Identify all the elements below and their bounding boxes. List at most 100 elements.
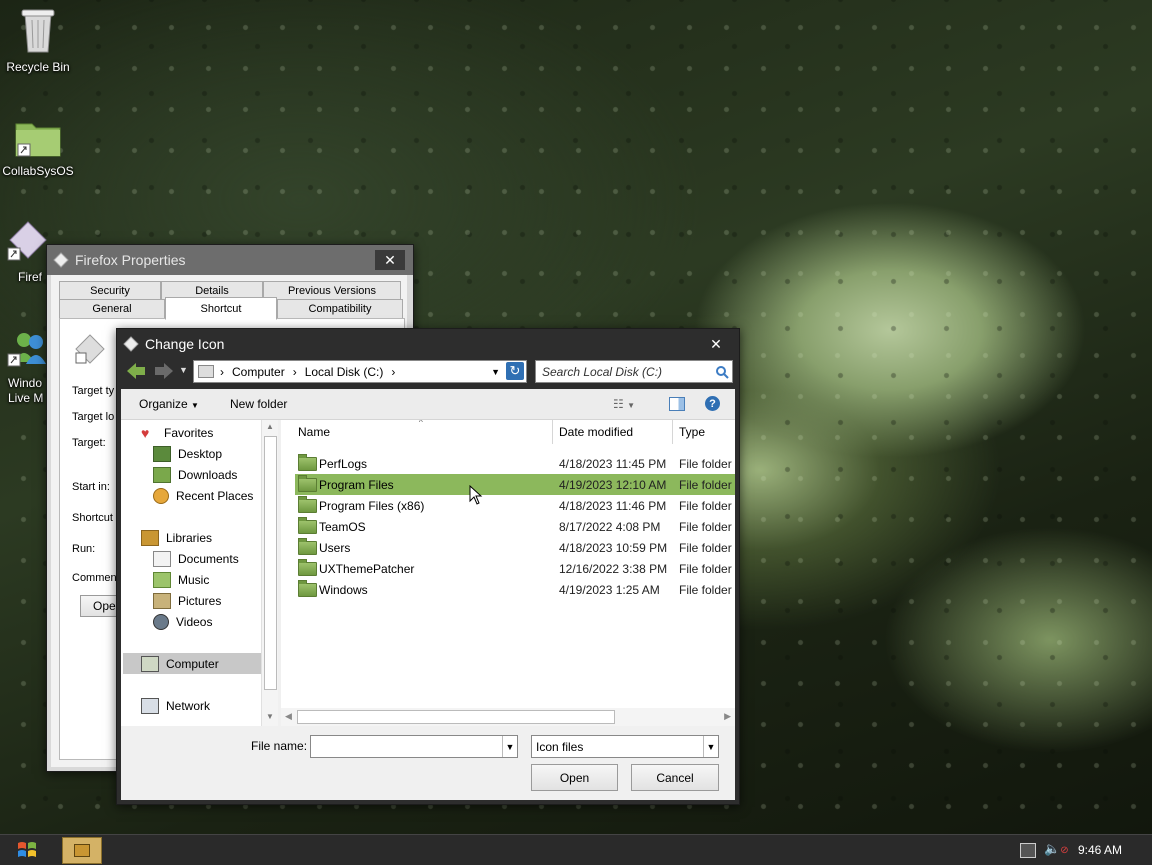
- network-status-icon[interactable]: [1020, 843, 1036, 858]
- mouse-cursor-icon: [469, 485, 483, 505]
- desktop-icon-collabsysos[interactable]: CollabSysOS: [0, 118, 76, 178]
- folder-icon: [74, 844, 90, 857]
- dialog-content: Organize ▼ New folder ☷ ▼ ? ♥ Favorites D…: [121, 389, 735, 800]
- nav-computer[interactable]: Computer: [123, 653, 261, 674]
- scroll-thumb[interactable]: [264, 436, 277, 690]
- list-item[interactable]: Users 4/18/2023 10:59 PM File folder: [295, 537, 735, 558]
- list-item-selected[interactable]: Program Files 4/19/2023 12:10 AM File fold…: [295, 474, 735, 495]
- list-item[interactable]: Windows 4/19/2023 1:25 AM File folder: [295, 579, 735, 600]
- back-arrow-icon[interactable]: [125, 361, 147, 381]
- clock[interactable]: 9:46 AM: [1078, 843, 1122, 857]
- tab-general[interactable]: General: [59, 299, 165, 319]
- shortcut-icon: [53, 252, 69, 268]
- tab-shortcut[interactable]: Shortcut: [165, 297, 277, 320]
- nav-libraries[interactable]: Libraries: [141, 527, 212, 548]
- folder-icon: [298, 454, 317, 471]
- chevron-down-icon[interactable]: ▼: [703, 736, 718, 757]
- close-icon: ✕: [710, 335, 722, 352]
- desktop-icon-label: Recycle Bin: [6, 60, 70, 74]
- nav-network[interactable]: Network: [141, 695, 210, 716]
- file-name-label: File name:: [251, 739, 308, 753]
- windows-start-icon[interactable]: [16, 839, 38, 861]
- label-comment: Commen: [72, 572, 117, 584]
- folder-icon: [298, 580, 317, 597]
- nav-recent-places[interactable]: Recent Places: [153, 485, 253, 506]
- libraries-icon: [141, 529, 159, 546]
- column-header-type[interactable]: Type: [673, 420, 735, 444]
- help-icon[interactable]: ?: [705, 396, 720, 411]
- open-button[interactable]: Open: [531, 764, 618, 791]
- column-header-name[interactable]: Name: [281, 420, 553, 444]
- search-icon: [716, 365, 729, 379]
- recent-locations-dropdown[interactable]: ▼: [179, 365, 188, 375]
- list-item[interactable]: UXThemePatcher 12/16/2022 3:38 PM File fol…: [295, 558, 735, 579]
- search-box[interactable]: Search Local Disk (C:): [535, 360, 733, 383]
- nav-favorites[interactable]: ♥ Favorites: [141, 422, 213, 443]
- chevron-down-icon[interactable]: ▼: [502, 736, 517, 757]
- scroll-down-icon[interactable]: ▼: [266, 712, 274, 721]
- label-start-in: Start in:: [72, 481, 110, 493]
- desktop-icon-recycle-bin[interactable]: Recycle Bin: [0, 6, 76, 74]
- properties-titlebar[interactable]: Firefox Properties ✕: [47, 245, 413, 275]
- list-item[interactable]: Program Files (x86) 4/18/2023 11:46 PM Fil…: [295, 495, 735, 516]
- file-type-filter[interactable]: Icon files ▼: [531, 735, 719, 758]
- tab-previous-versions[interactable]: Previous Versions: [263, 281, 401, 301]
- list-item[interactable]: PerfLogs 4/18/2023 11:45 PM File folder: [295, 453, 735, 474]
- close-button[interactable]: ✕: [701, 334, 731, 354]
- preview-pane-icon[interactable]: [669, 397, 685, 411]
- file-name-field[interactable]: ▼: [310, 735, 518, 758]
- taskbar-button-explorer[interactable]: [62, 837, 102, 864]
- folder-icon: [298, 475, 317, 492]
- address-dropdown-icon[interactable]: ▼: [491, 367, 500, 377]
- forward-arrow-icon[interactable]: [153, 361, 175, 381]
- list-item[interactable]: TeamOS 8/17/2022 4:08 PM File folder: [295, 516, 735, 537]
- shortcut-icon: [123, 336, 139, 352]
- dialog-titlebar[interactable]: Change Icon ✕: [117, 329, 739, 359]
- horizontal-scrollbar[interactable]: ◀ ▶: [281, 708, 735, 726]
- close-icon: ✕: [384, 251, 396, 268]
- file-list-pane: ^ Name Date modified Type PerfLogs 4/18/2…: [281, 420, 735, 726]
- refresh-icon[interactable]: ↻: [506, 362, 524, 380]
- breadcrumb-computer[interactable]: Computer: [232, 365, 285, 379]
- change-icon-dialog: Change Icon ✕ ▼ › Computer › Local Disk …: [116, 328, 740, 805]
- scroll-thumb[interactable]: [297, 710, 615, 724]
- nav-documents[interactable]: Documents: [153, 548, 239, 569]
- pictures-icon: [153, 592, 171, 609]
- nav-music[interactable]: Music: [153, 569, 209, 590]
- scroll-left-icon[interactable]: ◀: [285, 711, 292, 722]
- desktop-icon-label: CollabSysOS: [2, 164, 74, 178]
- command-bar: Organize ▼ New folder ☷ ▼ ?: [121, 389, 735, 420]
- nav-downloads[interactable]: Downloads: [153, 464, 237, 485]
- tab-security[interactable]: Security: [59, 281, 161, 301]
- address-bar[interactable]: › Computer › Local Disk (C:) › ▼ ↻: [193, 360, 527, 383]
- label-target-location: Target lo: [72, 411, 115, 423]
- scroll-up-icon[interactable]: ▲: [266, 422, 274, 431]
- tab-compatibility[interactable]: Compatibility: [277, 299, 403, 319]
- view-options-icon[interactable]: ☷ ▼: [613, 397, 635, 411]
- column-header-date[interactable]: Date modified: [553, 420, 673, 444]
- computer-icon: [198, 365, 214, 378]
- documents-icon: [153, 550, 171, 567]
- folder-icon: [298, 517, 317, 534]
- breadcrumb-separator-icon: ›: [292, 364, 297, 379]
- taskbar: 🔈⊘ 9:46 AM: [0, 834, 1152, 865]
- cancel-button[interactable]: Cancel: [631, 764, 719, 791]
- shortcut-icon: [7, 221, 47, 261]
- nav-desktop[interactable]: Desktop: [153, 443, 222, 464]
- close-button[interactable]: ✕: [375, 250, 405, 270]
- videos-icon: [153, 613, 169, 630]
- navigation-scrollbar[interactable]: ▲ ▼: [261, 420, 278, 726]
- network-icon: [141, 697, 159, 714]
- search-input[interactable]: Search Local Disk (C:): [542, 365, 662, 379]
- nav-videos[interactable]: Videos: [153, 611, 212, 632]
- new-folder-button[interactable]: New folder: [230, 397, 287, 411]
- dialog-title: Change Icon: [145, 336, 225, 352]
- nav-pictures[interactable]: Pictures: [153, 590, 221, 611]
- breadcrumb-separator-icon: ›: [220, 364, 224, 379]
- breadcrumb-separator-icon: ›: [391, 364, 396, 379]
- organize-menu[interactable]: Organize ▼: [139, 397, 199, 411]
- music-icon: [153, 571, 171, 588]
- volume-muted-icon[interactable]: 🔈⊘: [1044, 841, 1069, 857]
- breadcrumb-local-disk[interactable]: Local Disk (C:): [305, 365, 384, 379]
- scroll-right-icon[interactable]: ▶: [724, 711, 731, 722]
